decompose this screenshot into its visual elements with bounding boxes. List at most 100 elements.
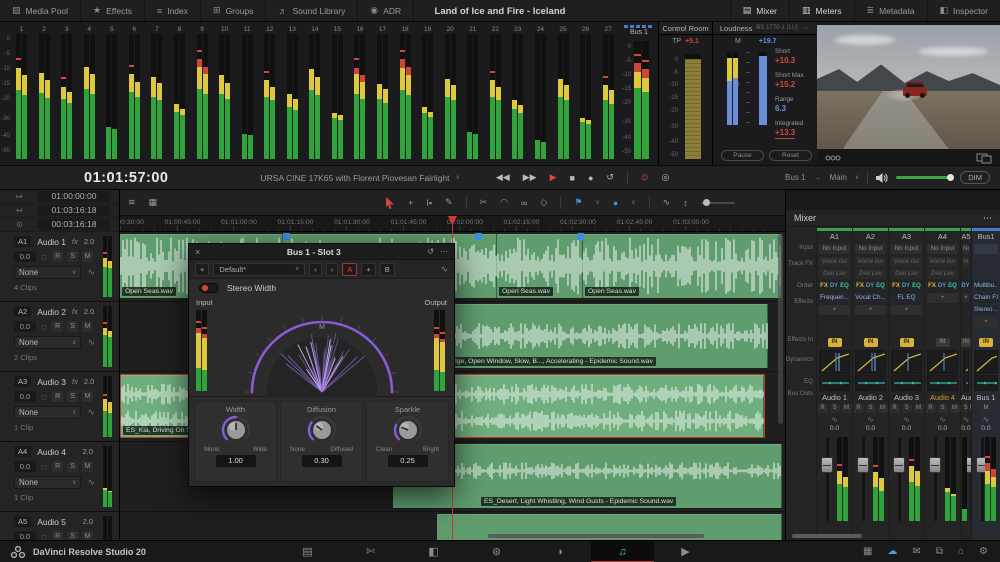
knob[interactable] [389,415,427,445]
automation-write-icon[interactable]: ⊙ [641,172,649,183]
lock-icon[interactable]: ◻ [40,253,48,261]
inspector-button[interactable]: ◧Inspector [927,0,1000,21]
eq-graph[interactable] [819,375,850,391]
automation-curve-icon[interactable]: ∿ [87,267,95,278]
play-button[interactable]: ▶ [550,172,557,183]
fx-order[interactable]: FXDYEQ [855,281,886,291]
clip-marker[interactable] [283,233,290,240]
dual-screen-icon[interactable] [976,153,992,164]
mixer-m-button[interactable]: M [842,404,852,413]
effects-in-toggle[interactable]: IN [960,338,971,347]
ab-compare-b-button[interactable]: B [380,263,395,276]
vertical-zoom-icon[interactable]: ↕ [683,198,688,208]
mixer-s-button[interactable]: S [938,404,948,413]
timeline-view-options-icon[interactable]: ≋ [128,197,136,208]
track-m-button[interactable]: M [82,251,93,262]
effects-in-toggle[interactable]: IN [936,338,950,347]
input-select[interactable]: No Input [855,244,886,254]
fx-order[interactable]: FXDYEQ [819,281,850,291]
timeline-vertical-scrollbar[interactable] [778,234,783,424]
automation-curve-icon[interactable]: ∿ [961,414,971,425]
mixer-m-button[interactable]: M [981,404,991,413]
mixer-s-button[interactable]: S [964,404,968,413]
timeline-horizontal-scrollbar[interactable] [488,534,704,538]
track-r-button[interactable]: R [52,251,63,262]
track-volume[interactable]: 0.0 [14,391,36,402]
lock-icon[interactable]: ◻ [40,463,48,471]
effect-item[interactable]: Multibu... [974,281,998,291]
mixer-m-button[interactable]: M [950,404,960,413]
automation-curve-icon[interactable]: ∿ [972,414,1000,425]
index-button[interactable]: ≡Index [145,0,201,21]
page-edit-icon[interactable]: ◧ [402,541,465,562]
track-index-grid-icon[interactable]: ▦ [149,197,158,208]
groups-button[interactable]: ⊞Groups [201,0,266,21]
meters-button[interactable]: ▥Meters [789,0,854,21]
automation-curve-icon[interactable]: ∿ [87,477,95,488]
loudness-menu-icon[interactable]: ⋯ [802,24,809,32]
input-select[interactable]: No Input [927,244,958,254]
automation-mode-icon[interactable]: ◎ [661,172,669,183]
waveform-zoom-icon[interactable]: ∿ [663,197,671,208]
input-select[interactable]: No Input [891,244,922,254]
page-deliver-icon[interactable]: ▶ [654,541,717,562]
eq-graph[interactable] [855,375,886,391]
eq-graph[interactable] [974,375,998,391]
eq-graph[interactable] [891,375,922,391]
track-header-A3[interactable]: A3Audio 3fx2.00.0◻RSMNone∨∿1 Clip [0,372,119,442]
plugin-window[interactable]: × Bus 1 - Slot 3 ↺ ⋯ + Default*∨ ‹ › A +… [188,243,455,487]
mixer-channel-Bus1[interactable]: Bus1 Multibu...Chain FXStereo ...+INBus … [971,228,1000,540]
audio-clip[interactable]: dge, Open Window, Slow, B..., Accelerati… [448,304,768,368]
track-fx-item[interactable]: Voice Iso [927,257,958,267]
fader-handle[interactable] [893,457,905,473]
page-fusion-icon[interactable]: ⊛ [465,541,528,562]
record-button[interactable]: ● [588,173,593,183]
timeline-selector[interactable]: URSA CINE 17K65 with Florent Piovesan Fa… [261,173,460,183]
knob-sparkle[interactable]: SparkleCleanBright0.25 [366,401,449,482]
automation-curve-icon[interactable]: ∿ [925,414,960,425]
range-tool-icon[interactable]: I▪ [426,198,432,208]
lock-icon[interactable]: ◻ [40,323,48,331]
mixer-scrollbar[interactable] [792,534,862,538]
effects-in-toggle[interactable]: IN [900,338,914,347]
mixer-s-button[interactable]: S [830,404,840,413]
automation-mode-dropdown[interactable]: None∨ [14,476,81,489]
automation-mode-dropdown[interactable]: None∨ [14,406,81,419]
automation-curve-icon[interactable]: ∿ [853,414,888,425]
mixer-r-button[interactable]: R [854,404,864,413]
track-volume[interactable]: 0.0 [14,461,36,472]
track-header-A2[interactable]: A2Audio 2fx2.00.0◻RSMNone∨∿2 Clips [0,302,119,372]
plugin-enable-toggle[interactable] [199,283,219,293]
add-effect-button[interactable]: + [963,293,969,303]
input-select[interactable] [974,244,998,254]
settings-icon[interactable]: ⚙ [979,546,988,557]
reset-button[interactable]: Reset [769,150,812,161]
loop-button[interactable]: ↺ [606,172,614,183]
workflow-icon[interactable] [825,153,841,163]
dynamics-graph[interactable] [963,350,969,374]
knob-diffusion[interactable]: DiffusionNoneDiffused0.30 [280,401,363,482]
messages-icon[interactable]: ✉ [912,546,920,557]
trim-tool-icon[interactable]: + [408,198,413,208]
automation-curve-icon[interactable]: ∿ [889,414,924,425]
mixer-channel-A1[interactable]: A1No InputVoice IsoDial LevFXDYEQFrequen… [816,228,852,540]
sound-library-button[interactable]: ♬Sound Library [266,0,358,21]
track-volume[interactable]: 0.0 [14,251,36,262]
effect-item[interactable]: Chain FX [974,293,998,303]
mixer-channel-A2[interactable]: A2No InputVoice IsoDial LevFXDYEQVocal C… [852,228,888,540]
mixer-channel-A3[interactable]: A3No InputVoice IsoDial LevFXDYEQFL EQ+I… [888,228,924,540]
monitor-bus[interactable]: Bus 1 [785,173,805,182]
track-fx-item[interactable]: Dial Lev [927,269,958,279]
fast-forward-button[interactable]: ▶▶ [523,172,537,183]
add-effect-button[interactable]: + [855,305,886,315]
page-media-icon[interactable]: ▤ [276,541,339,562]
knob[interactable] [217,415,255,445]
effect-item[interactable]: FL EQ [891,293,922,303]
track-m-button[interactable]: M [82,391,93,402]
home-icon[interactable]: ⌂ [958,546,964,557]
mixer-channel-A4[interactable]: A4No InputVoice IsoDial LevFXDYEQ+INAudi… [924,228,960,540]
track-m-button[interactable]: M [82,461,93,472]
track-header-A4[interactable]: A4Audio 42.00.0◻RSMNone∨∿1 Clip [0,442,119,512]
effect-item[interactable]: Stereo ... [974,305,998,315]
effect-item[interactable]: Frequen... [819,293,850,303]
